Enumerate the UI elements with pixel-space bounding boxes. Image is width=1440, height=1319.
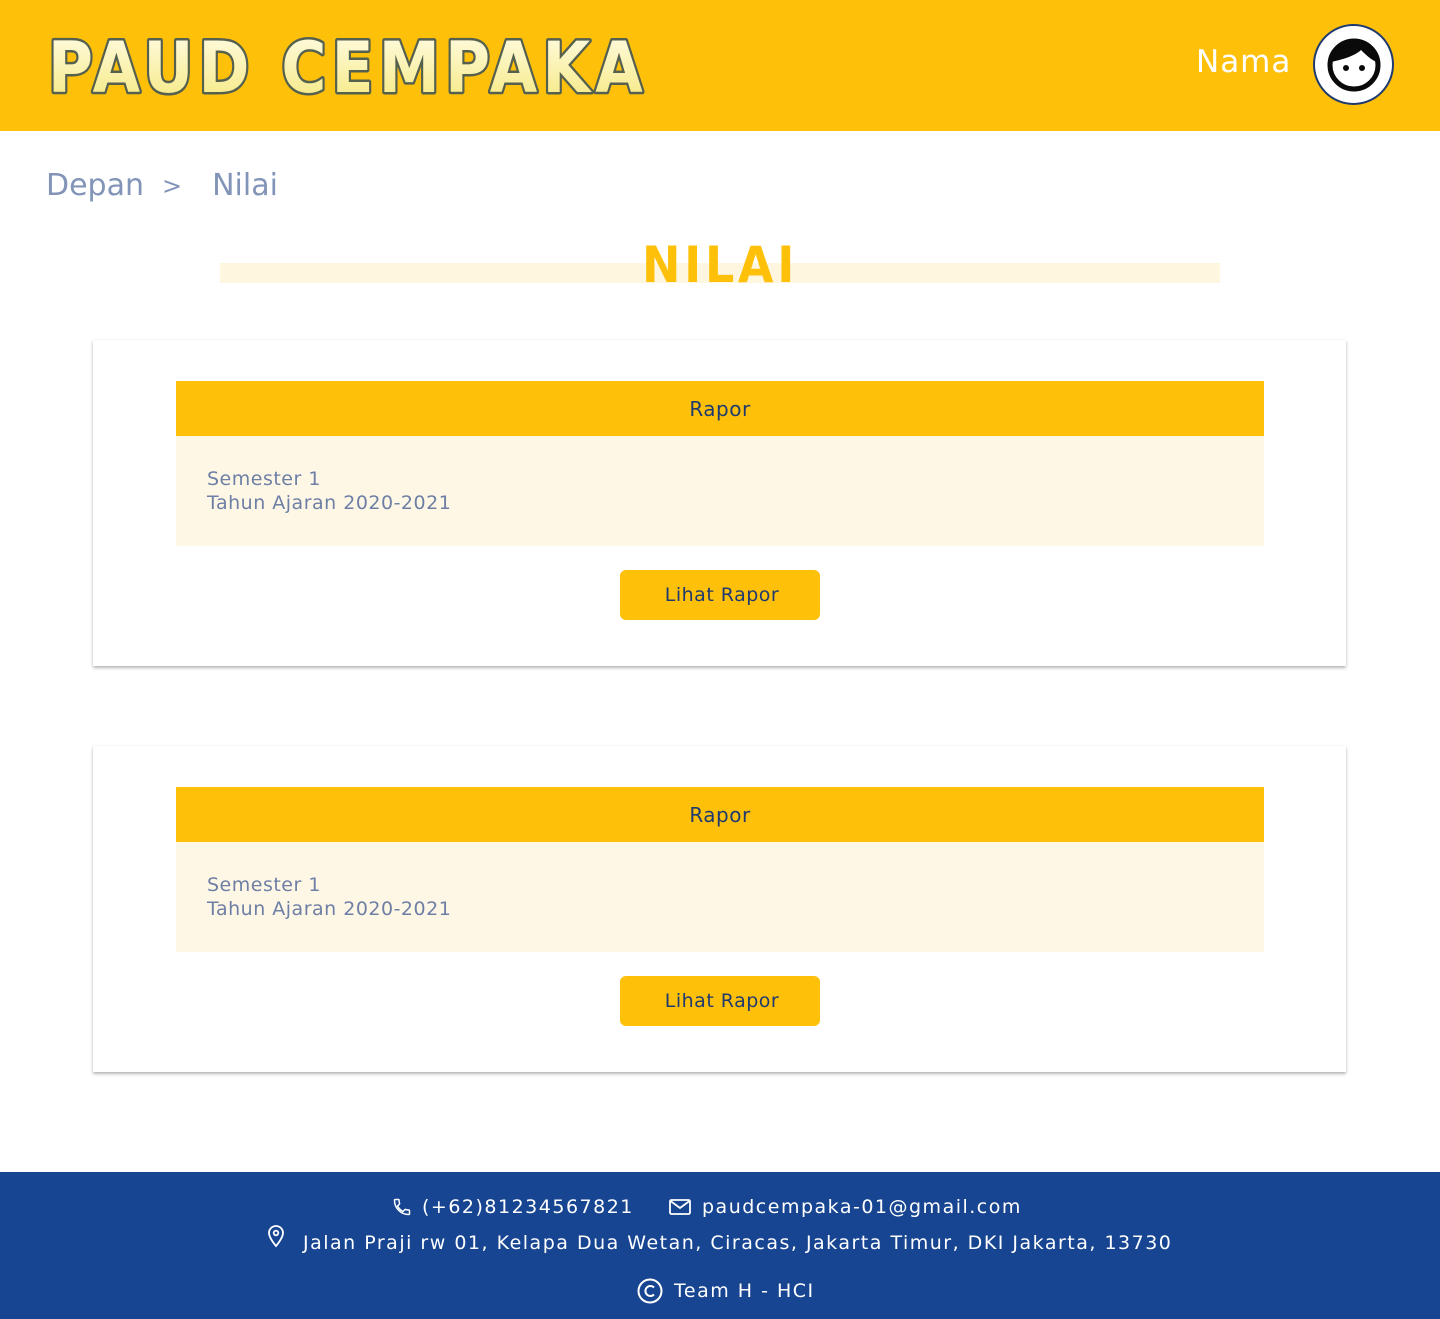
- report-academic-year: Tahun Ajaran 2020-2021: [207, 898, 452, 920]
- breadcrumb-home-link[interactable]: Depan: [46, 168, 144, 203]
- report-card-body: Semester 1 Tahun Ajaran 2020-2021: [176, 842, 1264, 952]
- logo-text: PAUD CEMPAKA: [48, 27, 648, 104]
- footer-address-text: Jalan Praji rw 01, Kelapa Dua Wetan, Cir…: [303, 1232, 1173, 1254]
- footer-copyright: Team H - HCI: [636, 1277, 815, 1305]
- report-semester: Semester 1: [207, 468, 321, 490]
- footer-email-text: paudcempaka-01@gmail.com: [702, 1196, 1022, 1218]
- view-report-button[interactable]: Lihat Rapor: [620, 976, 820, 1026]
- site-footer: (+62)81234567821 paudcempaka-01@gmail.co…: [0, 1172, 1440, 1319]
- phone-icon: [392, 1197, 412, 1217]
- location-pin-icon: [266, 1224, 286, 1248]
- footer-copyright-text: Team H - HCI: [674, 1280, 815, 1302]
- footer-email[interactable]: paudcempaka-01@gmail.com: [668, 1196, 1022, 1218]
- report-card: Rapor Semester 1 Tahun Ajaran 2020-2021 …: [93, 746, 1346, 1072]
- mail-icon: [668, 1197, 692, 1217]
- copyright-icon: [636, 1277, 664, 1305]
- report-semester: Semester 1: [207, 874, 321, 896]
- report-card-header: Rapor: [176, 381, 1264, 436]
- report-card: Rapor Semester 1 Tahun Ajaran 2020-2021 …: [93, 340, 1346, 666]
- report-card-body: Semester 1 Tahun Ajaran 2020-2021: [176, 436, 1264, 546]
- footer-phone-text: (+62)81234567821: [422, 1196, 634, 1218]
- page-title-container: NILAI: [0, 232, 1440, 283]
- user-avatar[interactable]: [1313, 24, 1394, 105]
- logo[interactable]: PAUD CEMPAKA: [44, 20, 654, 105]
- avatar-face-icon: [1327, 38, 1380, 91]
- footer-phone[interactable]: (+62)81234567821: [392, 1196, 634, 1218]
- breadcrumb-separator: >: [162, 171, 183, 200]
- footer-address: Jalan Praji rw 01, Kelapa Dua Wetan, Cir…: [266, 1224, 1172, 1254]
- site-header: PAUD CEMPAKA Nama: [0, 0, 1440, 131]
- breadcrumb-current: Nilai: [212, 168, 278, 203]
- breadcrumb: Depan > Nilai: [46, 168, 278, 203]
- user-name[interactable]: Nama: [1196, 44, 1291, 80]
- view-report-button[interactable]: Lihat Rapor: [620, 570, 820, 620]
- report-card-header: Rapor: [176, 787, 1264, 842]
- report-academic-year: Tahun Ajaran 2020-2021: [207, 492, 452, 514]
- page-title: NILAI: [641, 236, 799, 283]
